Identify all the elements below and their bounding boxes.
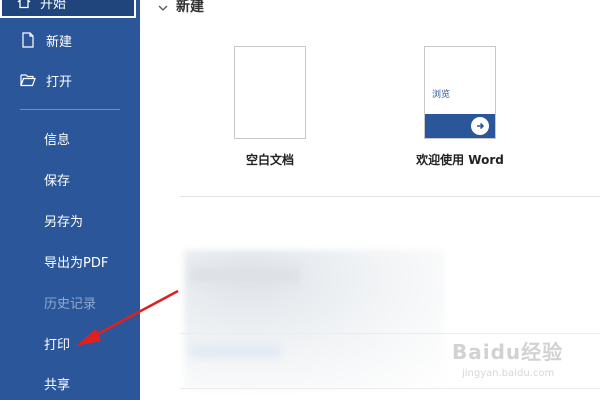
sidebar-item-save[interactable]: 保存 [0,164,140,194]
watermark-logo-text: Baidu经验 [452,340,564,364]
sidebar-item-label: 新建 [46,34,73,50]
sidebar-item-history: 历史记录 [0,287,140,317]
sidebar-item-label: 开始 [40,0,67,12]
backstage-sidebar: 开始 新建 打开 信息 保存 另存为 导出为PDF 历史记录 打印 共享 [0,0,140,400]
new-section-header[interactable]: 新建 [158,0,204,16]
sidebar-item-save-as[interactable]: 另存为 [0,205,140,235]
sidebar-item-open[interactable]: 打开 [0,65,140,95]
sidebar-item-home[interactable]: 开始 [0,0,136,18]
thumbnail-text: 浏览 [432,90,451,100]
home-icon [16,0,32,10]
list-divider [180,333,600,334]
sidebar-item-label: 另存为 [44,214,84,230]
template-thumbnail: 浏览 [424,46,496,139]
sidebar-item-export-pdf[interactable]: 导出为PDF [0,246,140,276]
open-folder-icon [20,72,36,88]
template-thumbnail [234,46,306,139]
blurred-content [190,345,280,357]
section-title: 新建 [176,0,204,15]
sidebar-item-share[interactable]: 共享 [0,368,140,398]
chevron-down-icon [158,1,168,11]
sidebar-item-label: 共享 [44,377,71,393]
watermark-url: jingyan.baidu.com [462,368,555,379]
sidebar-item-info[interactable]: 信息 [0,123,140,153]
sidebar-item-label: 保存 [44,173,71,189]
sidebar-item-label: 打开 [46,74,73,90]
sidebar-item-label: 信息 [44,132,71,148]
template-blank-document[interactable]: 空白文档 [210,46,330,168]
baidu-watermark: Baidu经验 jingyan.baidu.com [452,336,598,390]
blurred-content [190,268,300,282]
template-label: 欢迎使用 Word [416,153,504,167]
sidebar-item-label: 打印 [44,337,71,353]
sidebar-item-new[interactable]: 新建 [0,25,140,55]
template-welcome-word[interactable]: 浏览 欢迎使用 Word [400,46,520,168]
sidebar-item-print[interactable]: 打印 [0,328,140,358]
new-document-icon [20,32,36,48]
sidebar-item-label: 历史记录 [44,296,97,312]
arrow-right-icon [471,117,489,135]
sidebar-item-label: 导出为PDF [44,255,109,271]
template-label: 空白文档 [245,153,294,167]
sidebar-divider [20,109,120,110]
section-divider [180,196,600,197]
